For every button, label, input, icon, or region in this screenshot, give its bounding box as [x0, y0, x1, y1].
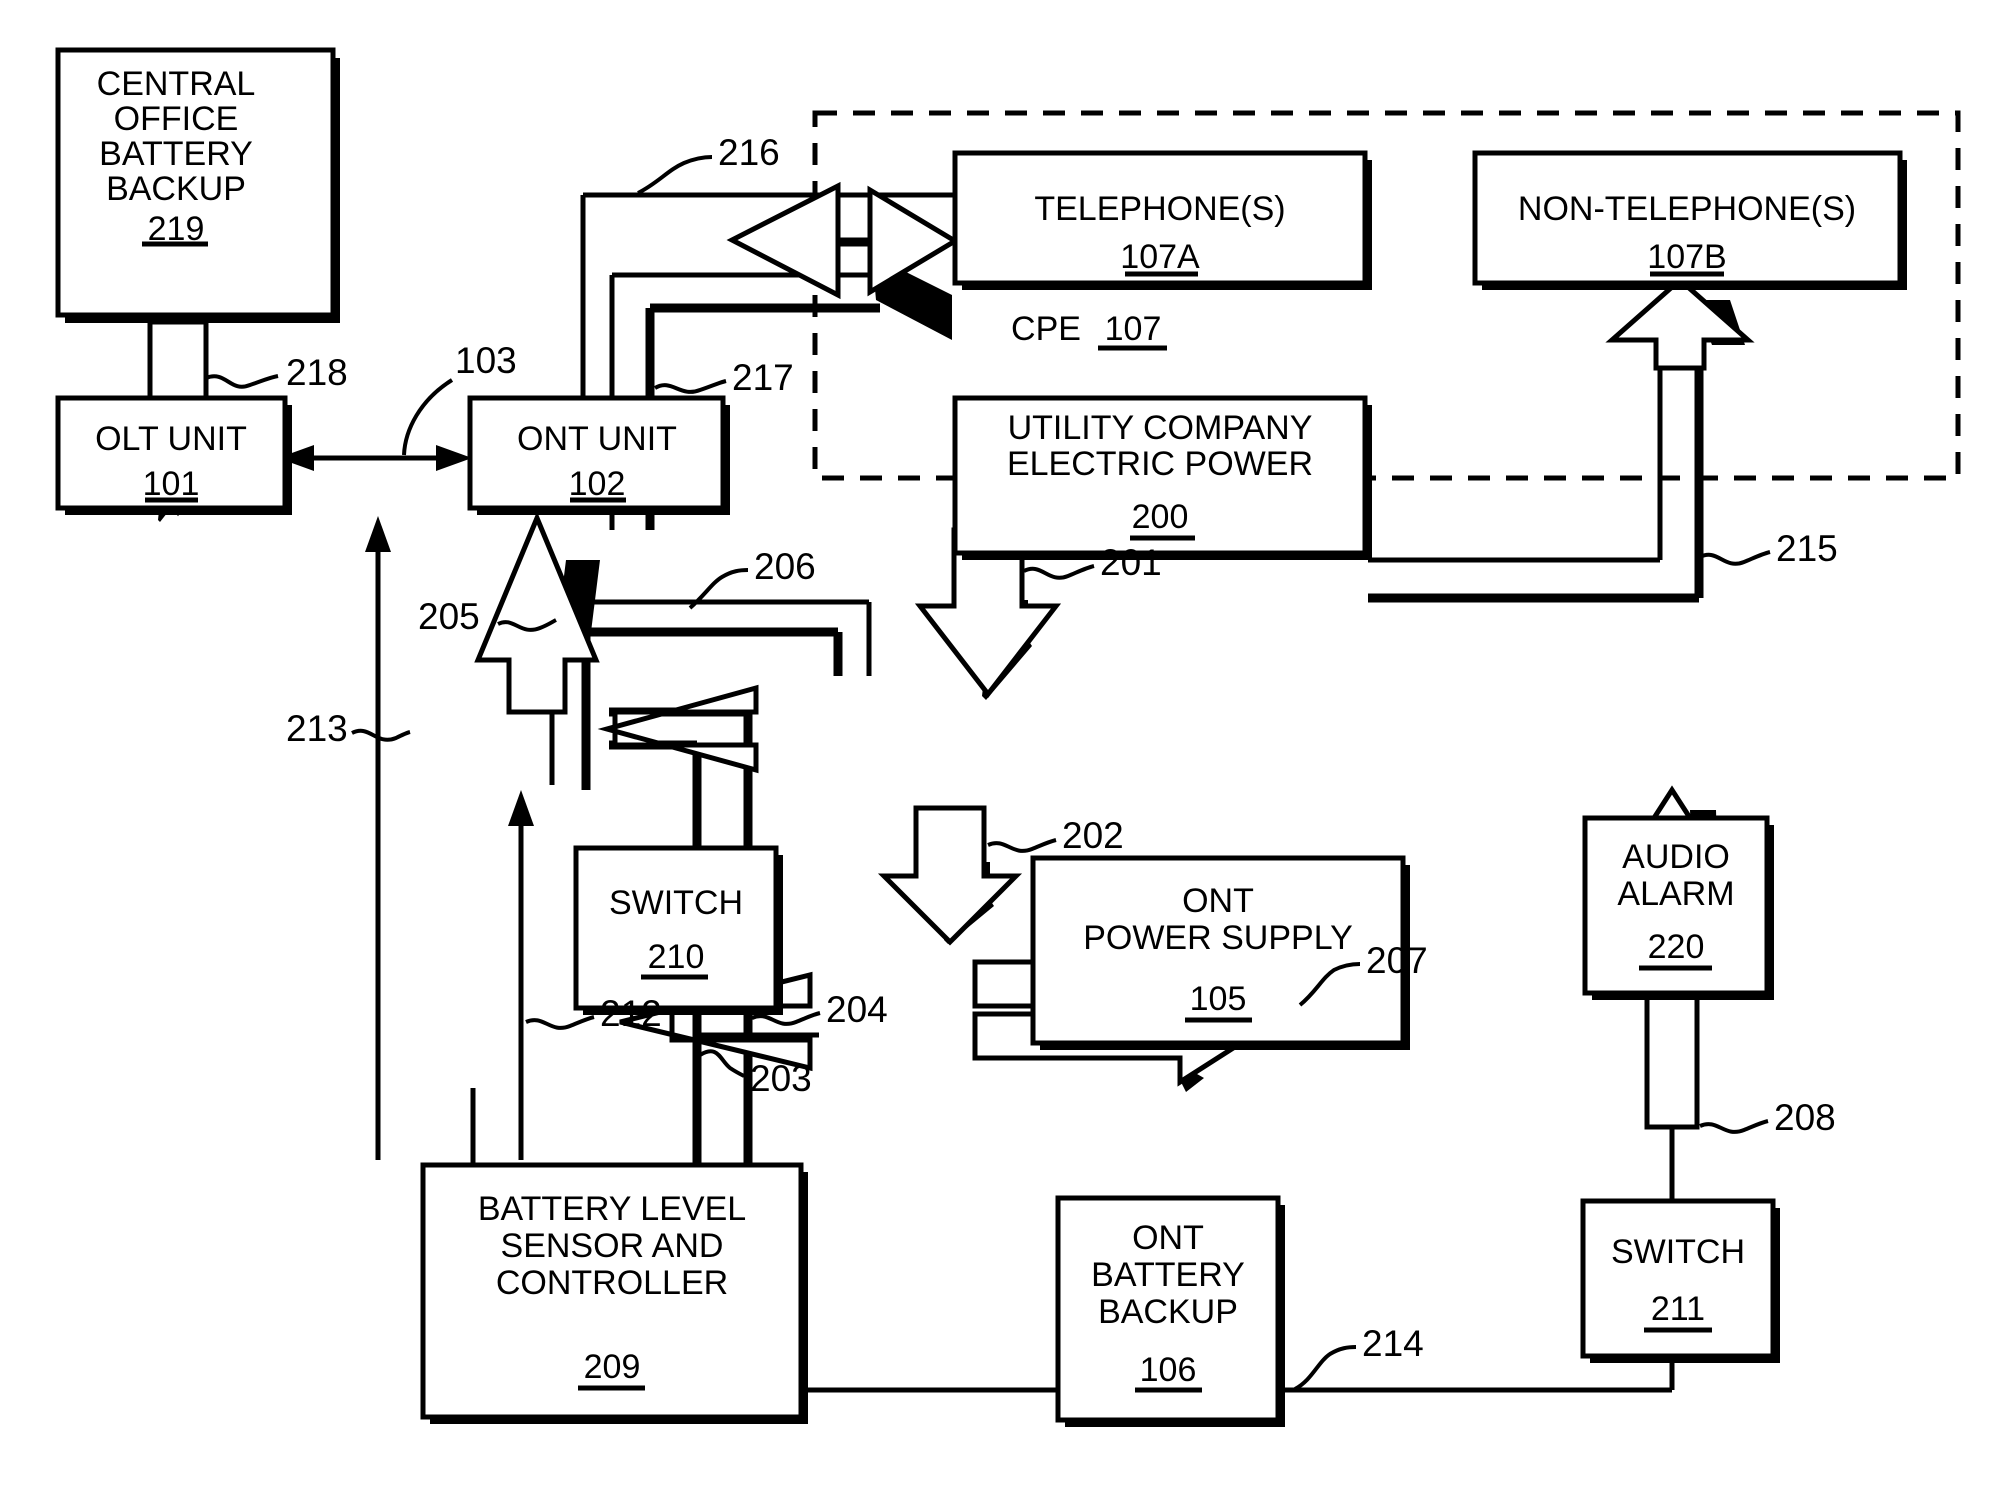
switch-211-ref: 211 [1651, 1290, 1705, 1328]
utility-power-line-1: UTILITY COMPANY [1008, 409, 1313, 447]
central-office-line-4: BACKUP [106, 170, 246, 208]
lead-num-212: 212 [600, 993, 662, 1034]
ont-battery-backup-line-1: ONT [1132, 1219, 1204, 1257]
lead-num-208: 208 [1774, 1097, 1836, 1138]
leader-217 [653, 379, 727, 394]
leader-218 [205, 374, 279, 389]
leader-204 [751, 1011, 821, 1026]
leader-208 [1699, 1119, 1769, 1134]
lead-num-217: 217 [732, 357, 794, 398]
leader-201 [1023, 564, 1095, 580]
central-office-line-1: CENTRAL [97, 65, 256, 103]
central-office-line-3: BATTERY [99, 135, 253, 173]
switch-210-ref: 210 [648, 938, 705, 976]
block-switch-211 [1580, 1198, 1780, 1363]
ont-battery-backup-ref: 106 [1140, 1351, 1197, 1389]
leader-203 [698, 1049, 745, 1078]
ont-power-supply-ref: 105 [1190, 980, 1247, 1018]
audio-alarm-ref: 220 [1648, 928, 1705, 966]
lead-num-216: 216 [718, 132, 780, 173]
lead-num-207: 207 [1366, 940, 1428, 981]
lead-num-202: 202 [1062, 815, 1124, 856]
lead-num-103: 103 [455, 340, 517, 381]
ont-unit-ref: 102 [569, 465, 626, 503]
lead-num-218: 218 [286, 352, 348, 393]
telephones-label: TELEPHONE(S) [1034, 190, 1285, 228]
block-diagram-svg: CENTRAL OFFICE BATTERY BACKUP 219 OLT UN… [55, 47, 1961, 1427]
leader-213 [351, 728, 411, 742]
leader-212 [525, 1015, 595, 1030]
central-office-line-2: OFFICE [114, 100, 239, 138]
lead-num-205: 205 [418, 596, 480, 637]
connection-103 [278, 378, 472, 471]
non-telephones-label: NON-TELEPHONE(S) [1518, 190, 1856, 228]
arrow-204-into-switch210 [597, 684, 759, 774]
ont-unit-label: ONT UNIT [517, 420, 677, 458]
switch-210-label: SWITCH [609, 884, 743, 922]
leader-215 [1699, 550, 1771, 566]
leader-214 [1293, 1345, 1357, 1391]
lead-num-203: 203 [750, 1058, 812, 1099]
ont-power-supply-line-1: ONT [1182, 882, 1254, 920]
block-switch-210 [573, 845, 783, 1015]
lead-num-201: 201 [1100, 542, 1162, 583]
non-telephones-ref: 107B [1647, 238, 1726, 276]
connection-213 [365, 516, 391, 1160]
battery-sensor-line-2: SENSOR AND [501, 1227, 724, 1265]
utility-power-line-2: ELECTRIC POWER [1007, 445, 1313, 483]
audio-alarm-line-1: AUDIO [1622, 838, 1730, 876]
audio-alarm-line-2: ALARM [1617, 875, 1734, 913]
patent-figure-canvas: CENTRAL OFFICE BATTERY BACKUP 219 OLT UN… [0, 0, 2003, 1495]
switch-211-label: SWITCH [1611, 1233, 1745, 1271]
arrow-to-telephones [726, 181, 960, 340]
cpe-label-ref: 107 [1105, 310, 1162, 348]
telephones-ref: 107A [1120, 238, 1200, 276]
leader-202 [987, 838, 1057, 853]
utility-power-ref: 200 [1132, 498, 1189, 536]
ont-battery-backup-line-2: BATTERY [1091, 1256, 1245, 1294]
lead-num-215: 215 [1776, 528, 1838, 569]
ont-battery-backup-line-3: BACKUP [1098, 1293, 1238, 1331]
battery-sensor-ref: 209 [584, 1348, 641, 1386]
connection-212 [508, 790, 534, 1160]
lead-num-206: 206 [754, 546, 816, 587]
battery-sensor-line-1: BATTERY LEVEL [478, 1190, 746, 1228]
lead-num-214: 214 [1362, 1323, 1424, 1364]
cpe-label-name: CPE [1011, 310, 1081, 348]
central-office-ref: 219 [148, 210, 205, 248]
arrow-to-non-telephones [1605, 276, 1755, 371]
lead-num-204: 204 [826, 989, 888, 1030]
olt-unit-ref: 101 [143, 465, 200, 503]
ont-power-supply-line-2: POWER SUPPLY [1083, 919, 1353, 957]
lead-num-213: 213 [286, 708, 348, 749]
connection-202 [877, 805, 1023, 946]
leader-216 [637, 155, 713, 195]
battery-sensor-line-3: CONTROLLER [496, 1264, 728, 1302]
olt-unit-label: OLT UNIT [95, 420, 247, 458]
connection-215 [1368, 370, 1704, 603]
